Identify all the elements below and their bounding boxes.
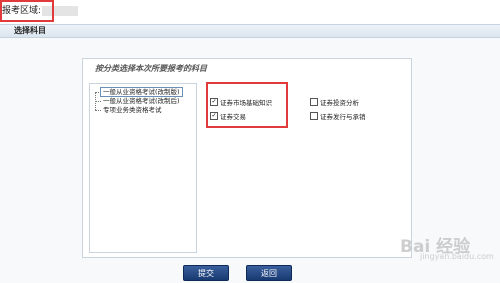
panel-title: 按分类选择本次所要报考的科目	[95, 64, 207, 73]
category-tree: 一般从业资格考试(改制版) 一般从业资格考试(改制后) 专项业务类资格考试	[89, 83, 197, 253]
subject-option-issuance-underwriting[interactable]: 证券发行与承销	[310, 112, 366, 121]
subject-label: 证券投资分析	[320, 99, 359, 107]
subject-label: 证券发行与承销	[320, 113, 366, 121]
tree-connector	[95, 101, 101, 102]
highlight-box-region	[0, 0, 54, 22]
tree-connector	[95, 110, 101, 111]
submit-button[interactable]: 提交	[183, 265, 229, 281]
checkbox-unchecked[interactable]	[310, 98, 318, 106]
section-title: 选择科目	[14, 26, 46, 35]
watermark-url: jingyan.baidu.com	[420, 252, 494, 261]
highlight-box-subjects	[206, 82, 288, 128]
checkbox-unchecked[interactable]	[310, 112, 318, 120]
tree-item-special-business[interactable]: 专项业务类资格考试	[103, 106, 162, 114]
tree-item-general-post-reform[interactable]: 一般从业资格考试(改制后)	[103, 97, 180, 105]
back-button[interactable]: 返回	[246, 265, 292, 281]
tree-item-general-reform-edition[interactable]: 一般从业资格考试(改制版)	[100, 87, 183, 97]
subject-option-investment-analysis[interactable]: 证券投资分析	[310, 98, 359, 107]
section-header: 选择科目	[0, 24, 500, 38]
